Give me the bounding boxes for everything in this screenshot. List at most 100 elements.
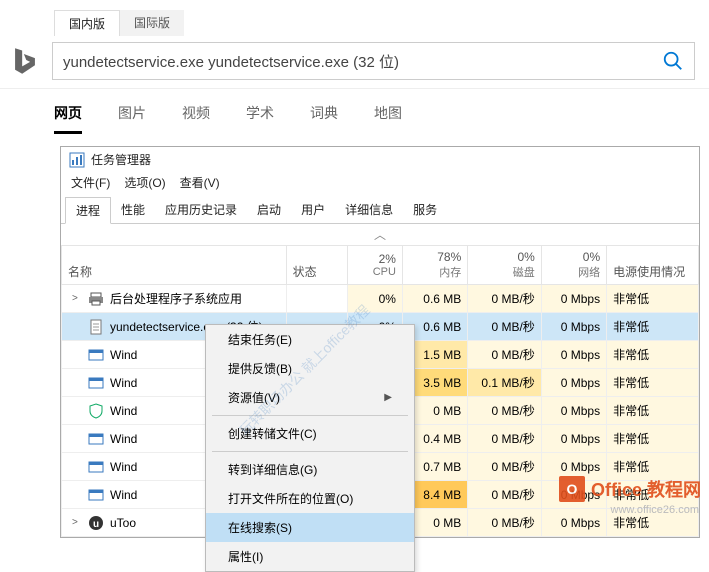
cell-network: 0 Mbps bbox=[541, 369, 606, 397]
cell-network: 0 Mbps bbox=[541, 509, 606, 537]
col-name[interactable]: 名称 bbox=[68, 265, 92, 279]
cell-power: 非常低 bbox=[607, 313, 699, 341]
nav-academic[interactable]: 学术 bbox=[246, 103, 274, 134]
cell-network: 0 Mbps bbox=[541, 341, 606, 369]
col-power[interactable]: 电源使用情况 bbox=[613, 265, 685, 279]
cell-power: 非常低 bbox=[607, 285, 699, 313]
nav-dict[interactable]: 词典 bbox=[310, 103, 338, 134]
menu-options[interactable]: 选项(O) bbox=[124, 174, 165, 191]
watermark-logo: O Office 教程网 bbox=[559, 476, 701, 502]
cell-disk: 0 MB/秒 bbox=[468, 453, 542, 481]
version-tabs: 国内版 国际版 bbox=[54, 10, 709, 36]
separator bbox=[212, 451, 408, 452]
mem-percent: 78% bbox=[409, 250, 461, 264]
nav-video[interactable]: 视频 bbox=[182, 103, 210, 134]
process-icon bbox=[88, 459, 104, 475]
cell-network: 0 Mbps bbox=[541, 313, 606, 341]
nav-images[interactable]: 图片 bbox=[118, 103, 146, 134]
process-icon bbox=[88, 319, 104, 335]
process-icon bbox=[88, 487, 104, 503]
menu-file[interactable]: 文件(F) bbox=[71, 174, 110, 191]
window-title: 任务管理器 bbox=[91, 151, 151, 168]
tab-international[interactable]: 国际版 bbox=[120, 10, 184, 36]
tab-users[interactable]: 用户 bbox=[291, 197, 335, 223]
cell-power: 非常低 bbox=[607, 341, 699, 369]
expand-arrow-icon[interactable]: > bbox=[72, 293, 82, 304]
process-icon bbox=[88, 347, 104, 363]
table-header-row: 名称 状态 2%CPU 78%内存 0%磁盘 0%网络 电源使用情况 bbox=[62, 246, 699, 285]
cell-disk: 0 MB/秒 bbox=[468, 285, 542, 313]
cell-disk: 0.1 MB/秒 bbox=[468, 369, 542, 397]
expand-arrow-icon[interactable]: > bbox=[72, 517, 82, 528]
tab-history[interactable]: 应用历史记录 bbox=[155, 197, 247, 223]
tab-performance[interactable]: 性能 bbox=[111, 197, 155, 223]
window-title-bar: 任务管理器 bbox=[61, 147, 699, 172]
process-name: Wind bbox=[110, 488, 137, 502]
collapse-chevron-icon[interactable]: ︿ bbox=[62, 224, 699, 246]
cell-disk: 0 MB/秒 bbox=[468, 481, 542, 509]
ctx-feedback[interactable]: 提供反馈(B) bbox=[206, 354, 414, 383]
ctx-resource[interactable]: 资源值(V)▶ bbox=[206, 383, 414, 412]
search-icon[interactable] bbox=[662, 50, 684, 72]
search-header: 国内版 国际版 bbox=[0, 0, 709, 89]
cell-disk: 0 MB/秒 bbox=[468, 425, 542, 453]
col-disk[interactable]: 磁盘 bbox=[474, 264, 535, 280]
tab-processes[interactable]: 进程 bbox=[65, 197, 111, 224]
process-icon bbox=[88, 375, 104, 391]
cell-cpu: 0% bbox=[347, 285, 402, 313]
process-name: Wind bbox=[110, 460, 137, 474]
cell-network: 0 Mbps bbox=[541, 285, 606, 313]
process-name: uToo bbox=[110, 516, 136, 530]
process-name: Wind bbox=[110, 404, 137, 418]
net-percent: 0% bbox=[548, 250, 600, 264]
ctx-properties[interactable]: 属性(I) bbox=[206, 542, 414, 571]
cell-network: 0 Mbps bbox=[541, 397, 606, 425]
cell-disk: 0 MB/秒 bbox=[468, 341, 542, 369]
cell-power: 非常低 bbox=[607, 369, 699, 397]
table-row[interactable]: > 后台处理程序子系统应用 0%0.6 MB0 MB/秒0 Mbps非常低 bbox=[62, 285, 699, 313]
ctx-goto-details[interactable]: 转到详细信息(G) bbox=[206, 455, 414, 484]
watermark-brand: Office 教程网 bbox=[591, 476, 701, 502]
ctx-end-task[interactable]: 结束任务(E) bbox=[206, 325, 414, 354]
separator bbox=[212, 415, 408, 416]
svg-text:u: u bbox=[93, 519, 99, 530]
col-status[interactable]: 状态 bbox=[293, 265, 317, 279]
process-icon bbox=[88, 431, 104, 447]
menu-view[interactable]: 查看(V) bbox=[180, 174, 220, 191]
office-logo-icon: O bbox=[559, 476, 585, 502]
search-input[interactable] bbox=[63, 53, 662, 70]
cell-disk: 0 MB/秒 bbox=[468, 509, 542, 537]
tab-details[interactable]: 详细信息 bbox=[335, 197, 403, 223]
ctx-open-location[interactable]: 打开文件所在的位置(O) bbox=[206, 484, 414, 513]
process-name: Wind bbox=[110, 432, 137, 446]
bing-logo-icon bbox=[8, 44, 42, 78]
chevron-right-icon: ▶ bbox=[384, 392, 392, 403]
cell-power: 非常低 bbox=[607, 425, 699, 453]
taskmgr-icon bbox=[69, 152, 85, 168]
nav-web[interactable]: 网页 bbox=[54, 103, 82, 134]
col-network[interactable]: 网络 bbox=[548, 264, 600, 280]
tab-startup[interactable]: 启动 bbox=[247, 197, 291, 223]
disk-percent: 0% bbox=[474, 250, 535, 264]
process-name: Wind bbox=[110, 348, 137, 362]
cell-network: 0 Mbps bbox=[541, 425, 606, 453]
cell-disk: 0 MB/秒 bbox=[468, 397, 542, 425]
cell-disk: 0 MB/秒 bbox=[468, 313, 542, 341]
tab-services[interactable]: 服务 bbox=[403, 197, 447, 223]
nav-maps[interactable]: 地图 bbox=[374, 103, 402, 134]
tab-domestic[interactable]: 国内版 bbox=[54, 10, 120, 36]
process-icon bbox=[88, 291, 104, 307]
watermark-url: www.office26.com bbox=[611, 504, 699, 516]
process-icon bbox=[88, 403, 104, 419]
search-box bbox=[52, 42, 695, 80]
col-memory[interactable]: 内存 bbox=[409, 264, 461, 280]
context-menu: 结束任务(E) 提供反馈(B) 资源值(V)▶ 创建转储文件(C) 转到详细信息… bbox=[205, 324, 415, 572]
cpu-percent: 2% bbox=[354, 252, 396, 266]
tm-tabs: 进程 性能 应用历史记录 启动 用户 详细信息 服务 bbox=[61, 195, 699, 224]
ctx-dump[interactable]: 创建转储文件(C) bbox=[206, 419, 414, 448]
ctx-search-online[interactable]: 在线搜索(S) bbox=[206, 513, 414, 542]
cell-memory: 0.6 MB bbox=[402, 285, 467, 313]
process-name: 后台处理程序子系统应用 bbox=[110, 290, 242, 307]
col-cpu[interactable]: CPU bbox=[354, 266, 396, 278]
nav-tabs: 网页 图片 视频 学术 词典 地图 bbox=[54, 89, 709, 146]
